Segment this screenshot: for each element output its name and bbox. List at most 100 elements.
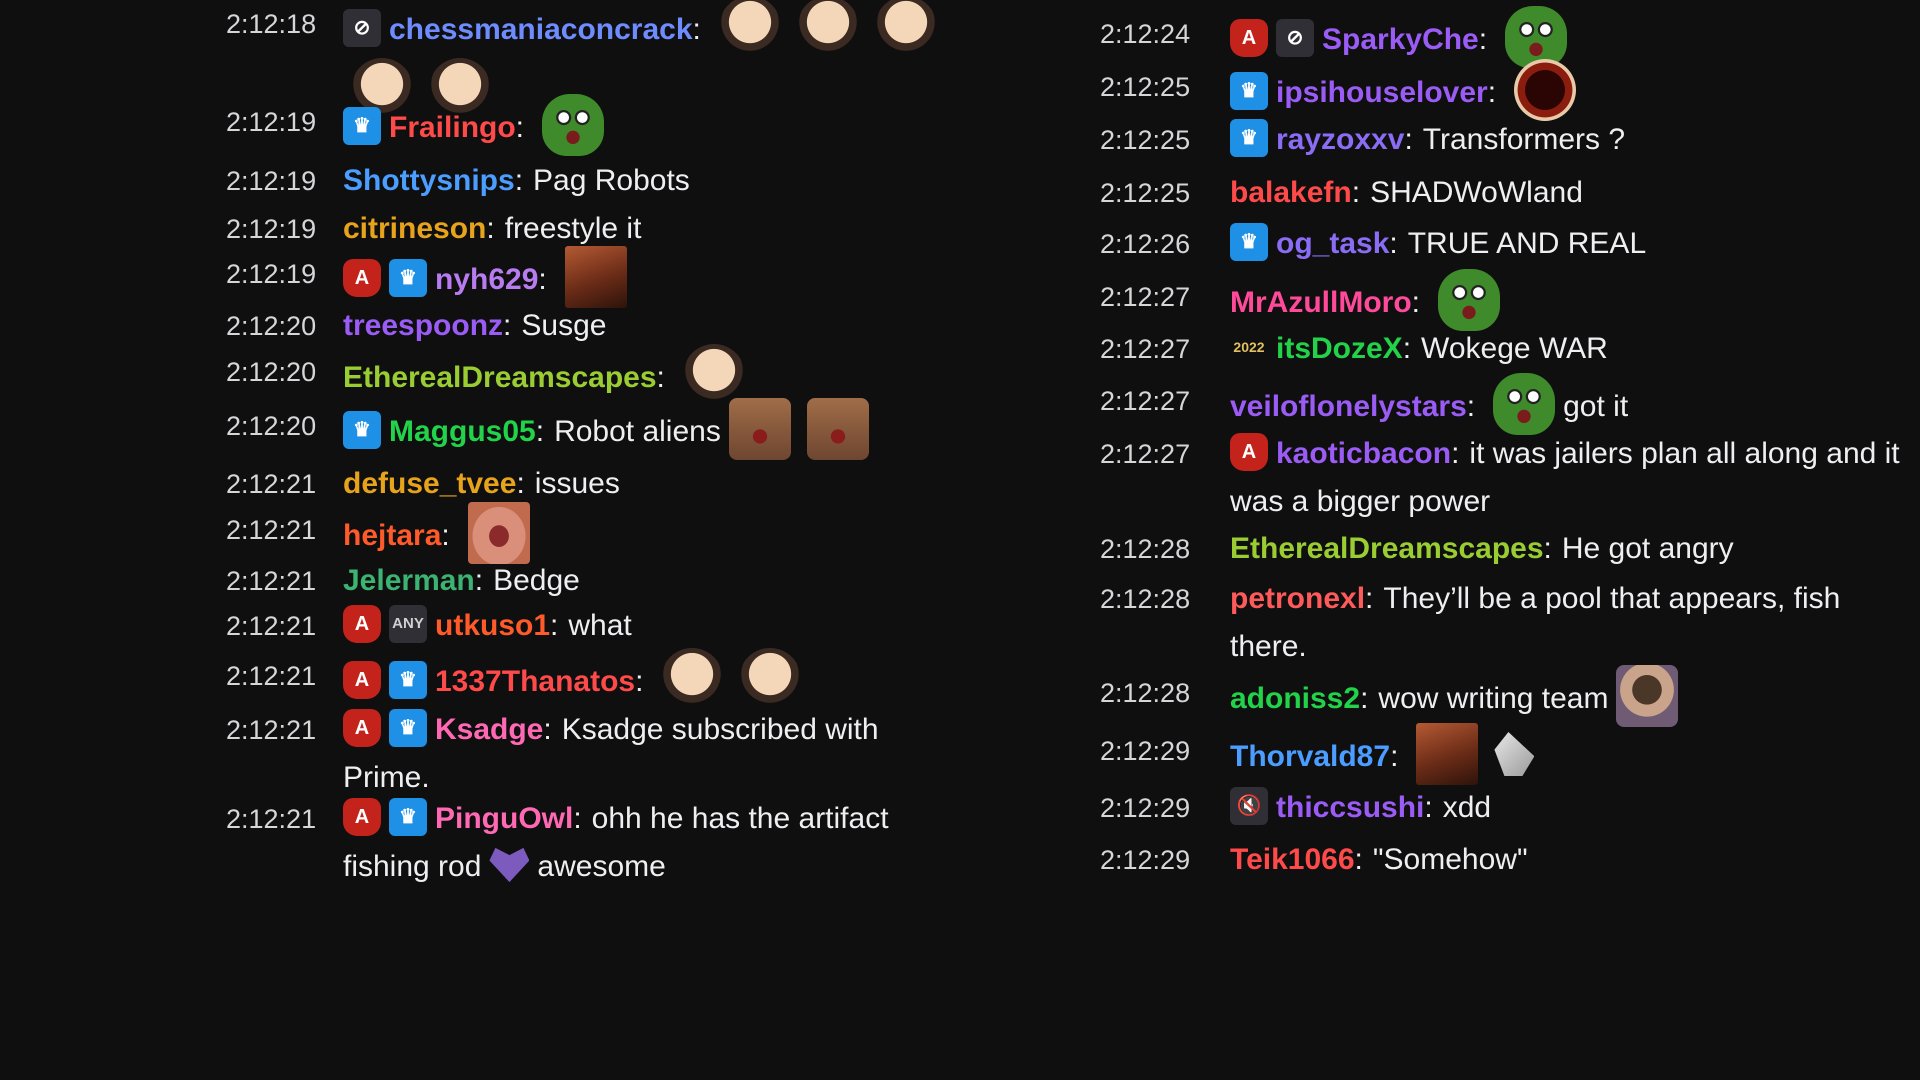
- message-timestamp: 2:12:25: [1100, 125, 1191, 155]
- chat-username[interactable]: treespoonz: [343, 309, 503, 342]
- message-timestamp: 2:12:25: [1100, 72, 1191, 102]
- message-text: Wokege WAR: [1421, 332, 1608, 365]
- username-separator: :: [1365, 582, 1374, 615]
- chat-username[interactable]: Maggus05: [389, 415, 536, 448]
- crown-icon[interactable]: ♛: [343, 107, 381, 145]
- chat-username[interactable]: thiccsushi: [1276, 791, 1424, 824]
- message-text: what: [568, 609, 632, 642]
- photo-emote-icon[interactable]: [1416, 723, 1479, 785]
- message-timestamp: 2:12:21: [226, 715, 317, 745]
- frog-emote-icon[interactable]: [542, 94, 605, 156]
- crown-icon[interactable]: ♛: [1230, 72, 1268, 110]
- chat-username[interactable]: MrAzullMoro: [1230, 286, 1412, 319]
- anniversary-icon[interactable]: A: [343, 709, 381, 748]
- username-separator: :: [514, 164, 524, 197]
- frog-emote-icon[interactable]: [1493, 373, 1556, 435]
- any-badge-icon[interactable]: ANY: [389, 605, 427, 644]
- chat-username[interactable]: petronexl: [1230, 582, 1365, 615]
- chat-username[interactable]: Thorvald87: [1230, 740, 1390, 773]
- chat-username[interactable]: PinguOwl: [435, 802, 573, 835]
- photo-emote-icon[interactable]: [564, 246, 627, 308]
- message-text: wow writing team: [1378, 681, 1609, 715]
- crown-icon[interactable]: ♛: [1230, 119, 1268, 158]
- clap-emote-icon[interactable]: [1494, 732, 1535, 776]
- message-text: got it: [1563, 389, 1629, 423]
- anniversary-icon[interactable]: A: [1230, 433, 1268, 472]
- username-separator: :: [1543, 532, 1552, 565]
- chat-username[interactable]: 1337Thanatos: [435, 665, 635, 698]
- hole-emote-icon[interactable]: [1514, 59, 1577, 121]
- face-emote-icon[interactable]: [874, 0, 937, 58]
- chat-message: 2:12:29 Thorvald87:: [1100, 723, 1900, 789]
- username-separator: :: [535, 414, 545, 448]
- chat-username[interactable]: Teik1066: [1230, 843, 1355, 876]
- anniversary-icon[interactable]: A: [343, 605, 381, 644]
- crown-icon[interactable]: ♛: [389, 259, 427, 297]
- message-body: citrineson: freestyle it: [343, 205, 966, 253]
- message-body: Akaoticbacon: it was jailers plan all alo…: [1230, 430, 1900, 526]
- chat-username[interactable]: EtherealDreamscapes: [1230, 532, 1544, 565]
- heart-emote-icon[interactable]: [489, 847, 530, 883]
- hands-emote-icon[interactable]: [1616, 665, 1679, 727]
- crown-icon[interactable]: ♛: [1230, 223, 1268, 262]
- message-text: Transformers ?: [1422, 123, 1626, 156]
- eye-slash-icon[interactable]: ⊘: [343, 9, 381, 47]
- message-text: Pag Robots: [533, 164, 690, 197]
- message-body: EtherealDreamscapes: He got angry: [1230, 525, 1900, 573]
- message-timestamp: 2:12:29: [1100, 736, 1191, 766]
- chat-username[interactable]: Ksadge: [435, 713, 543, 746]
- chat-username[interactable]: defuse_tvee: [343, 467, 516, 500]
- chat-username[interactable]: kaoticbacon: [1276, 437, 1451, 470]
- message-timestamp: 2:12:28: [1100, 678, 1191, 708]
- chat-username[interactable]: utkuso1: [435, 609, 550, 642]
- lips-emote-icon[interactable]: [467, 502, 530, 564]
- chat-username[interactable]: hejtara: [343, 519, 441, 552]
- chat-username[interactable]: EtherealDreamscapes: [343, 361, 657, 394]
- message-text: TRUE AND REAL: [1407, 227, 1647, 260]
- chat-username[interactable]: SparkyChe: [1322, 23, 1479, 56]
- chat-username[interactable]: Jelerman: [343, 564, 475, 597]
- chat-username[interactable]: ipsihouselover: [1276, 76, 1488, 109]
- face-emote-icon[interactable]: [739, 648, 802, 710]
- chat-username[interactable]: og_task: [1276, 227, 1389, 260]
- crown-icon[interactable]: ♛: [389, 661, 427, 699]
- chat-username[interactable]: adoniss2: [1230, 682, 1360, 715]
- cat-emote-icon[interactable]: [728, 398, 791, 460]
- chat-username[interactable]: Shottysnips: [343, 164, 515, 197]
- username-separator: :: [635, 664, 644, 698]
- cat-emote-icon[interactable]: [806, 398, 869, 460]
- face-emote-icon[interactable]: [682, 344, 745, 406]
- message-body: A ♛ 1337Thanatos:: [343, 648, 966, 714]
- anniversary-icon[interactable]: A: [343, 259, 381, 297]
- face-emote-icon[interactable]: [796, 0, 859, 58]
- frog-emote-icon[interactable]: [1437, 269, 1500, 331]
- eye-slash-icon[interactable]: ⊘: [1276, 19, 1314, 57]
- crown-icon[interactable]: ♛: [389, 798, 427, 837]
- face-emote-icon[interactable]: [661, 648, 724, 710]
- anniversary-icon[interactable]: A: [343, 661, 381, 699]
- username-separator: :: [1354, 843, 1363, 876]
- chat-username[interactable]: chessmaniaconcrack: [389, 13, 693, 46]
- speaker-mute-icon[interactable]: 🔇: [1230, 787, 1268, 826]
- chat-username[interactable]: citrineson: [343, 212, 486, 245]
- face-emote-icon[interactable]: [718, 0, 781, 58]
- chat-username[interactable]: nyh629: [435, 263, 538, 296]
- frog-emote-icon[interactable]: [1505, 6, 1568, 68]
- crown-icon[interactable]: ♛: [389, 709, 427, 748]
- chat-message: 2:12:25 balakefn: SHADWoWland: [1100, 169, 1900, 217]
- username-separator: :: [486, 212, 495, 245]
- username-separator: :: [1487, 75, 1497, 109]
- anniversary-icon[interactable]: A: [1230, 19, 1268, 57]
- anniversary-icon[interactable]: A: [343, 798, 381, 837]
- message-timestamp: 2:12:21: [226, 661, 317, 691]
- crown-icon[interactable]: ♛: [343, 411, 381, 449]
- message-timestamp: 2:12:27: [1100, 282, 1191, 312]
- 2022-badge-icon[interactable]: 2022: [1230, 328, 1268, 366]
- chat-username[interactable]: Frailingo: [389, 111, 516, 144]
- message-timestamp: 2:12:27: [1100, 439, 1191, 469]
- chat-username[interactable]: itsDozeX: [1276, 332, 1403, 365]
- chat-username[interactable]: rayzoxxv: [1276, 123, 1404, 156]
- chat-username[interactable]: balakefn: [1230, 176, 1352, 209]
- chat-username[interactable]: veiloflonelystars: [1230, 390, 1467, 423]
- message-timestamp: 2:12:21: [226, 611, 317, 641]
